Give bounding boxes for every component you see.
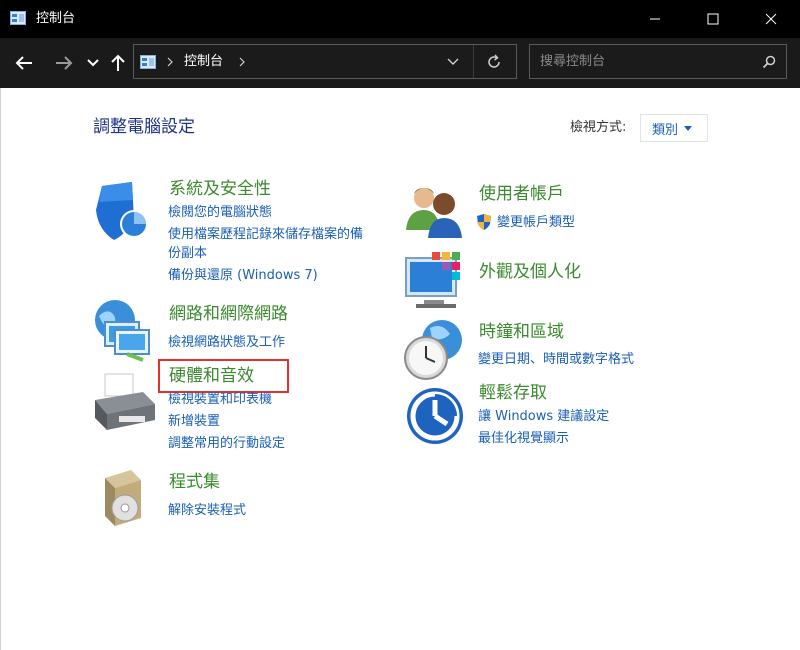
recent-locations-button[interactable] xyxy=(84,50,102,76)
window-title: 控制台 xyxy=(36,11,76,26)
uac-shield-icon xyxy=(477,214,491,230)
category-title-programs[interactable]: 程式集 xyxy=(169,470,220,494)
view-by-value: 類別 xyxy=(652,122,679,138)
category-title-appearance[interactable]: 外觀及個人化 xyxy=(479,260,581,284)
users-icon[interactable] xyxy=(404,180,468,244)
window-border xyxy=(0,88,1,650)
minimize-icon xyxy=(650,18,660,20)
ease-of-access-icon[interactable] xyxy=(403,384,467,448)
recent-locations-icon xyxy=(87,59,99,67)
chevron-right-icon xyxy=(167,57,173,67)
up-button[interactable] xyxy=(106,50,130,76)
network-globe-icon[interactable] xyxy=(93,298,157,362)
maximize-button[interactable] xyxy=(684,0,742,38)
control-panel-icon xyxy=(140,55,156,69)
view-by-dropdown[interactable]: 類別 xyxy=(640,114,708,142)
back-button[interactable] xyxy=(10,50,38,76)
link-review-status[interactable]: 檢閱您的電腦狀態 xyxy=(168,203,272,223)
maximize-icon xyxy=(707,13,719,25)
view-by-label: 檢視方式: xyxy=(570,120,627,135)
address-path[interactable]: 控制台 xyxy=(184,53,223,71)
chevron-right-icon[interactable] xyxy=(238,57,246,67)
link-windows-suggest[interactable]: 讓 Windows 建議設定 xyxy=(478,407,609,427)
category-title-clock[interactable]: 時鐘和區域 xyxy=(479,320,564,344)
link-file-history[interactable]: 使用檔案歷程記錄來儲存檔案的備 xyxy=(168,225,363,245)
link-backup-restore[interactable]: 備份與還原 (Windows 7) xyxy=(168,266,318,286)
minimize-button[interactable] xyxy=(626,0,684,38)
link-mobility-settings[interactable]: 調整常用的行動設定 xyxy=(168,434,285,454)
link-devices-printers[interactable]: 檢視裝置和印表機 xyxy=(168,390,272,410)
chevron-down-icon[interactable] xyxy=(447,58,459,66)
search-icon[interactable] xyxy=(762,55,776,69)
category-title-network[interactable]: 網路和網際網路 xyxy=(169,302,288,326)
back-arrow-icon xyxy=(15,56,32,70)
category-title-ease[interactable]: 輕鬆存取 xyxy=(479,381,547,405)
link-network-status[interactable]: 檢視網路狀態及工作 xyxy=(168,333,285,353)
link-uninstall-program[interactable]: 解除安裝程式 xyxy=(168,501,246,521)
close-icon xyxy=(765,13,777,25)
close-button[interactable] xyxy=(742,0,800,38)
address-divider xyxy=(473,45,474,78)
control-panel-icon xyxy=(10,11,26,25)
link-file-history-cont[interactable]: 份副本 xyxy=(168,244,207,264)
link-optimize-visual[interactable]: 最佳化視覺顯示 xyxy=(478,429,569,449)
appearance-monitor-icon[interactable] xyxy=(404,250,468,314)
search-placeholder: 搜尋控制台 xyxy=(540,54,606,69)
page-title: 調整電腦設定 xyxy=(93,117,195,137)
category-title-users[interactable]: 使用者帳戶 xyxy=(479,182,564,206)
refresh-icon[interactable] xyxy=(486,54,502,70)
chevron-down-icon xyxy=(684,125,693,131)
forward-button[interactable] xyxy=(50,50,78,76)
forward-arrow-icon xyxy=(56,56,73,70)
link-change-account-type[interactable]: 變更帳戶類型 xyxy=(497,213,575,233)
programs-disc-icon[interactable] xyxy=(95,466,159,530)
link-add-device[interactable]: 新增裝置 xyxy=(168,412,220,432)
address-bar[interactable]: 控制台 xyxy=(133,44,517,79)
printer-icon[interactable] xyxy=(93,372,157,436)
shield-icon[interactable] xyxy=(94,180,158,244)
category-title-hardware[interactable]: 硬體和音效 xyxy=(169,364,254,388)
link-change-date-time[interactable]: 變更日期、時間或數字格式 xyxy=(478,350,634,370)
category-title-security[interactable]: 系統及安全性 xyxy=(169,177,271,201)
title-bar: 控制台 xyxy=(0,0,800,38)
up-arrow-icon xyxy=(111,54,125,71)
clock-globe-icon[interactable] xyxy=(402,318,466,382)
search-input[interactable]: 搜尋控制台 xyxy=(529,44,787,79)
